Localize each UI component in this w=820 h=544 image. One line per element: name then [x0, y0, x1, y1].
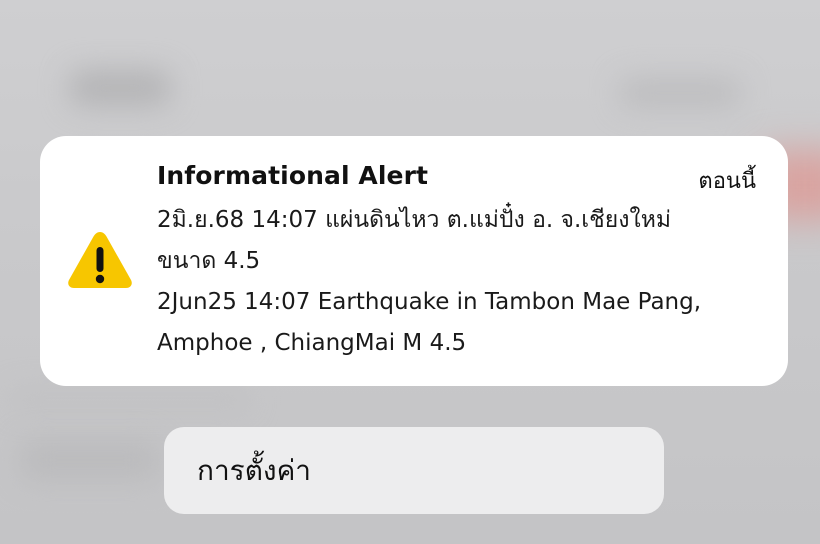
background-blur	[10, 390, 250, 410]
alert-message-line: Amphoe , ChiangMai M 4.5	[157, 330, 467, 356]
settings-button[interactable]: การตั้งค่า	[164, 427, 664, 514]
alert-message-line: 2Jun25 14:07 Earthquake in Tambon Mae Pa…	[157, 289, 702, 315]
background-blur	[20, 440, 160, 480]
alert-message: 2มิ.ย.68 14:07 แผ่นดินไหว ต.แม่ปั๋ง อ. จ…	[157, 200, 769, 364]
warning-triangle-icon	[68, 232, 132, 288]
alert-message-line: ขนาด 4.5	[157, 248, 261, 274]
settings-button-label: การตั้งค่า	[197, 453, 312, 487]
alert-title: Informational Alert	[157, 161, 429, 190]
background-blur	[620, 78, 740, 108]
alert-message-line: 2มิ.ย.68 14:07 แผ่นดินไหว ต.แม่ปั๋ง อ. จ…	[157, 207, 672, 233]
background-blur	[70, 70, 170, 106]
alert-timestamp: ตอนนี้	[698, 169, 756, 194]
